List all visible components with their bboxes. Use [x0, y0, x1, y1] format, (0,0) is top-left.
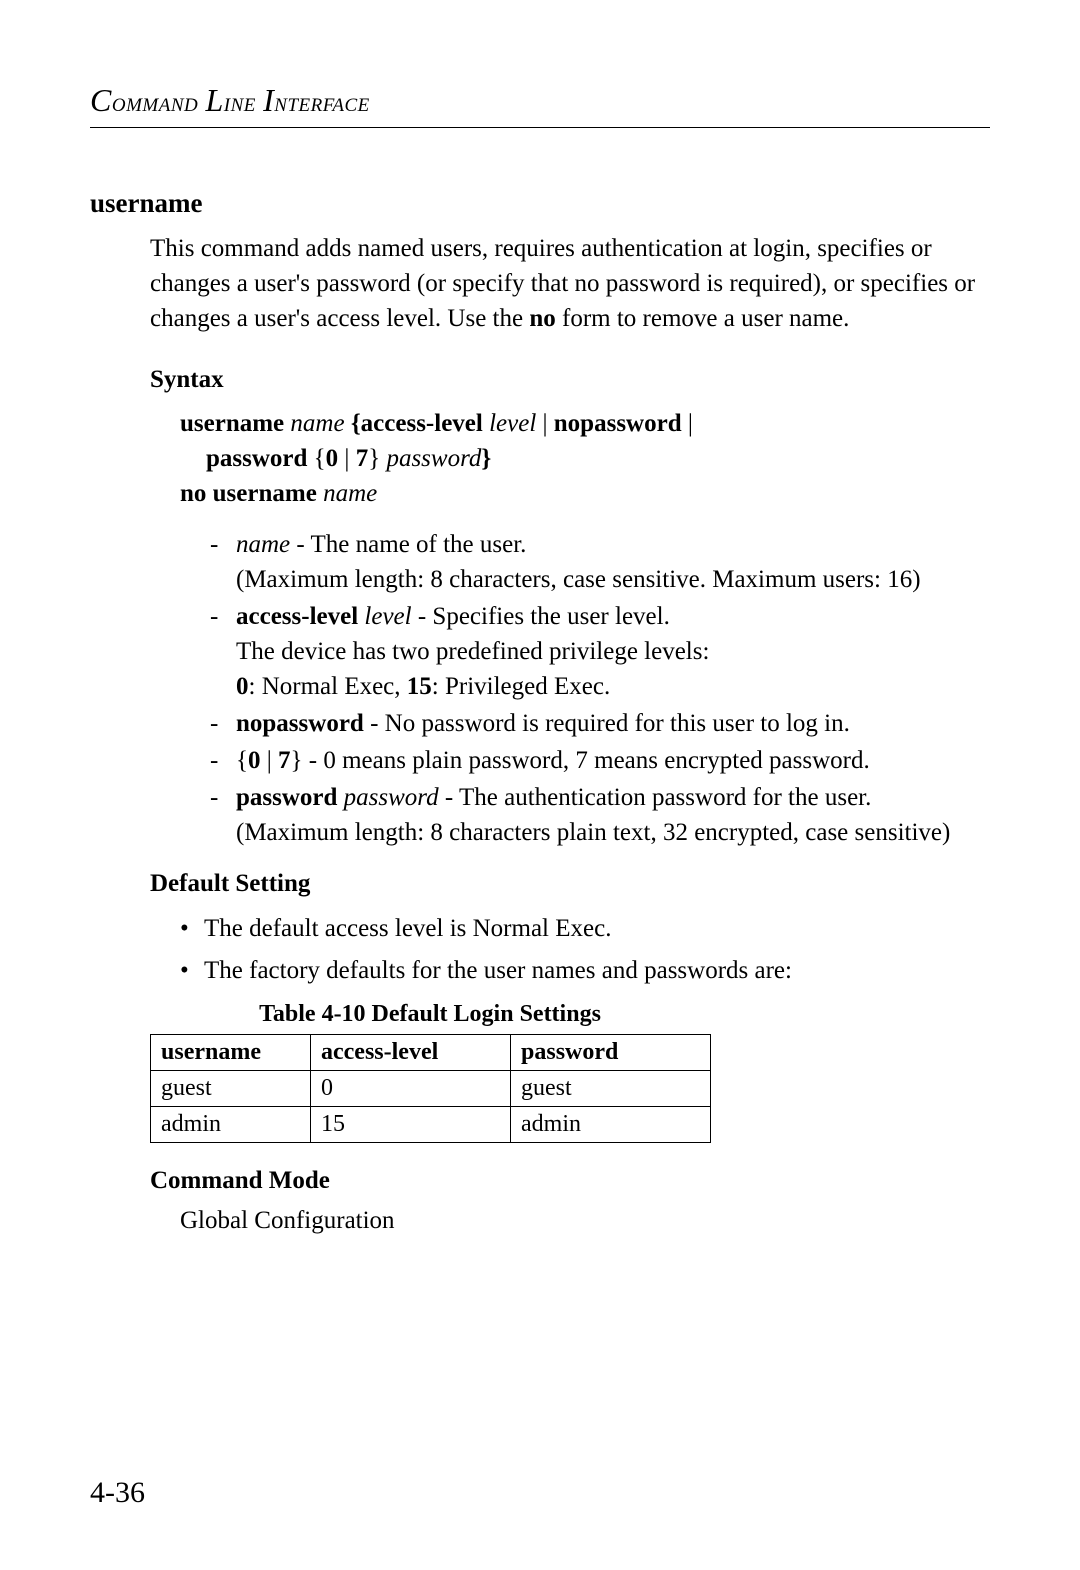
param-text: - Specifies the user level. — [412, 603, 670, 630]
page-header: Command Line Interface — [90, 82, 990, 128]
table-row: guest 0 guest — [151, 1071, 711, 1107]
pipe-2: | — [682, 410, 693, 437]
command-description: This command adds named users, requires … — [150, 231, 990, 336]
bullet-icon: • — [180, 952, 204, 990]
dash-icon: - — [210, 780, 236, 850]
syntax-line-3: no username name — [180, 476, 990, 511]
arg-password: password — [380, 445, 481, 472]
param-list: - name - The name of the user. (Maximum … — [210, 527, 990, 850]
table-caption: Table 4-10 Default Login Settings — [150, 1001, 710, 1028]
param-content: password password - The authentication p… — [236, 780, 990, 850]
pipe-1: | — [543, 410, 554, 437]
kw-nopassword: nopassword — [554, 410, 682, 437]
lit-7: 7 — [356, 445, 369, 472]
syntax-line-2: password {0 | 7} password} — [206, 441, 990, 476]
command-mode-heading: Command Mode — [150, 1167, 990, 1195]
kw-password: password — [206, 445, 307, 472]
td-password: admin — [511, 1107, 711, 1143]
pipe-3: | — [338, 445, 356, 472]
table-row: admin 15 admin — [151, 1107, 711, 1143]
param-cont: (Maximum length: 8 characters plain text… — [236, 819, 950, 846]
brace-open-2: { — [307, 445, 325, 472]
txt-priv: : Privileged Exec. — [432, 673, 610, 700]
param-cont: The device has two predefined privilege … — [236, 638, 709, 665]
lit-0-b: 0 — [236, 673, 249, 700]
param-item: - nopassword - No password is required f… — [210, 706, 990, 741]
td-username: admin — [151, 1107, 311, 1143]
txt-normal: : Normal Exec, — [249, 673, 407, 700]
bullet-text: The factory defaults for the user names … — [204, 952, 792, 990]
param-item: - name - The name of the user. (Maximum … — [210, 527, 990, 597]
param-content: name - The name of the user. (Maximum le… — [236, 527, 990, 597]
arg-password-2: password — [337, 784, 438, 811]
brace-open-3: { — [236, 747, 248, 774]
bullet-icon: • — [180, 910, 204, 948]
td-access-level: 0 — [311, 1071, 511, 1107]
bullet-text: The default access level is Normal Exec. — [204, 910, 611, 948]
param-content: nopassword - No password is required for… — [236, 706, 990, 741]
brace-open: { — [351, 410, 361, 437]
dash-icon: - — [210, 706, 236, 741]
param-password: password — [236, 784, 337, 811]
param-item: - password password - The authentication… — [210, 780, 990, 850]
default-setting-heading: Default Setting — [150, 870, 990, 898]
pipe-4: | — [261, 747, 279, 774]
syntax-heading: Syntax — [150, 366, 990, 394]
param-nopassword: nopassword — [236, 710, 364, 737]
param-cont: (Maximum length: 8 characters, case sens… — [236, 566, 921, 593]
param-access-level: access-level — [236, 603, 358, 630]
command-title: username — [90, 188, 990, 219]
page-number: 4-36 — [90, 1476, 145, 1510]
th-username: username — [151, 1035, 311, 1071]
brace-close-3: } — [291, 747, 303, 774]
param-content: {0 | 7} - 0 means plain password, 7 mean… — [236, 743, 990, 778]
param-text: - The name of the user. — [290, 531, 526, 558]
arg-name: name — [284, 410, 351, 437]
lit-7-c: 7 — [278, 747, 291, 774]
param-text: - The authentication password for the us… — [439, 784, 872, 811]
td-password: guest — [511, 1071, 711, 1107]
th-access-level: access-level — [311, 1035, 511, 1071]
kw-access-level: access-level — [361, 410, 483, 437]
syntax-line-1: username name {access-level level | nopa… — [180, 406, 990, 441]
param-text: - No password is required for this user … — [364, 710, 850, 737]
arg-name-2: name — [317, 480, 377, 507]
desc-text-3: form to remove a user name. — [556, 305, 850, 332]
td-access-level: 15 — [311, 1107, 511, 1143]
bullet-item: • The default access level is Normal Exe… — [180, 910, 990, 948]
bullet-list: • The default access level is Normal Exe… — [180, 910, 990, 989]
th-password: password — [511, 1035, 711, 1071]
dash-icon: - — [210, 743, 236, 778]
param-name: name — [236, 531, 290, 558]
param-text: - 0 means plain password, 7 means encryp… — [303, 747, 870, 774]
param-level: level — [358, 603, 411, 630]
lit-15-b: 15 — [407, 673, 432, 700]
lit-0-c: 0 — [248, 747, 261, 774]
syntax-block: username name {access-level level | nopa… — [180, 406, 990, 511]
brace-close-2: } — [368, 445, 380, 472]
dash-icon: - — [210, 527, 236, 597]
param-item: - access-level level - Specifies the use… — [210, 599, 990, 704]
dash-icon: - — [210, 599, 236, 704]
desc-no-keyword: no — [529, 305, 555, 332]
td-username: guest — [151, 1071, 311, 1107]
table-header-row: username access-level password — [151, 1035, 711, 1071]
kw-username: username — [180, 410, 284, 437]
default-login-table: username access-level password guest 0 g… — [150, 1034, 711, 1143]
param-content: access-level level - Specifies the user … — [236, 599, 990, 704]
arg-level: level — [483, 410, 543, 437]
brace-close: } — [481, 445, 491, 472]
param-item: - {0 | 7} - 0 means plain password, 7 me… — [210, 743, 990, 778]
command-mode-text: Global Configuration — [180, 1207, 990, 1235]
lit-0: 0 — [326, 445, 339, 472]
kw-no-username: no username — [180, 480, 317, 507]
bullet-item: • The factory defaults for the user name… — [180, 952, 990, 990]
